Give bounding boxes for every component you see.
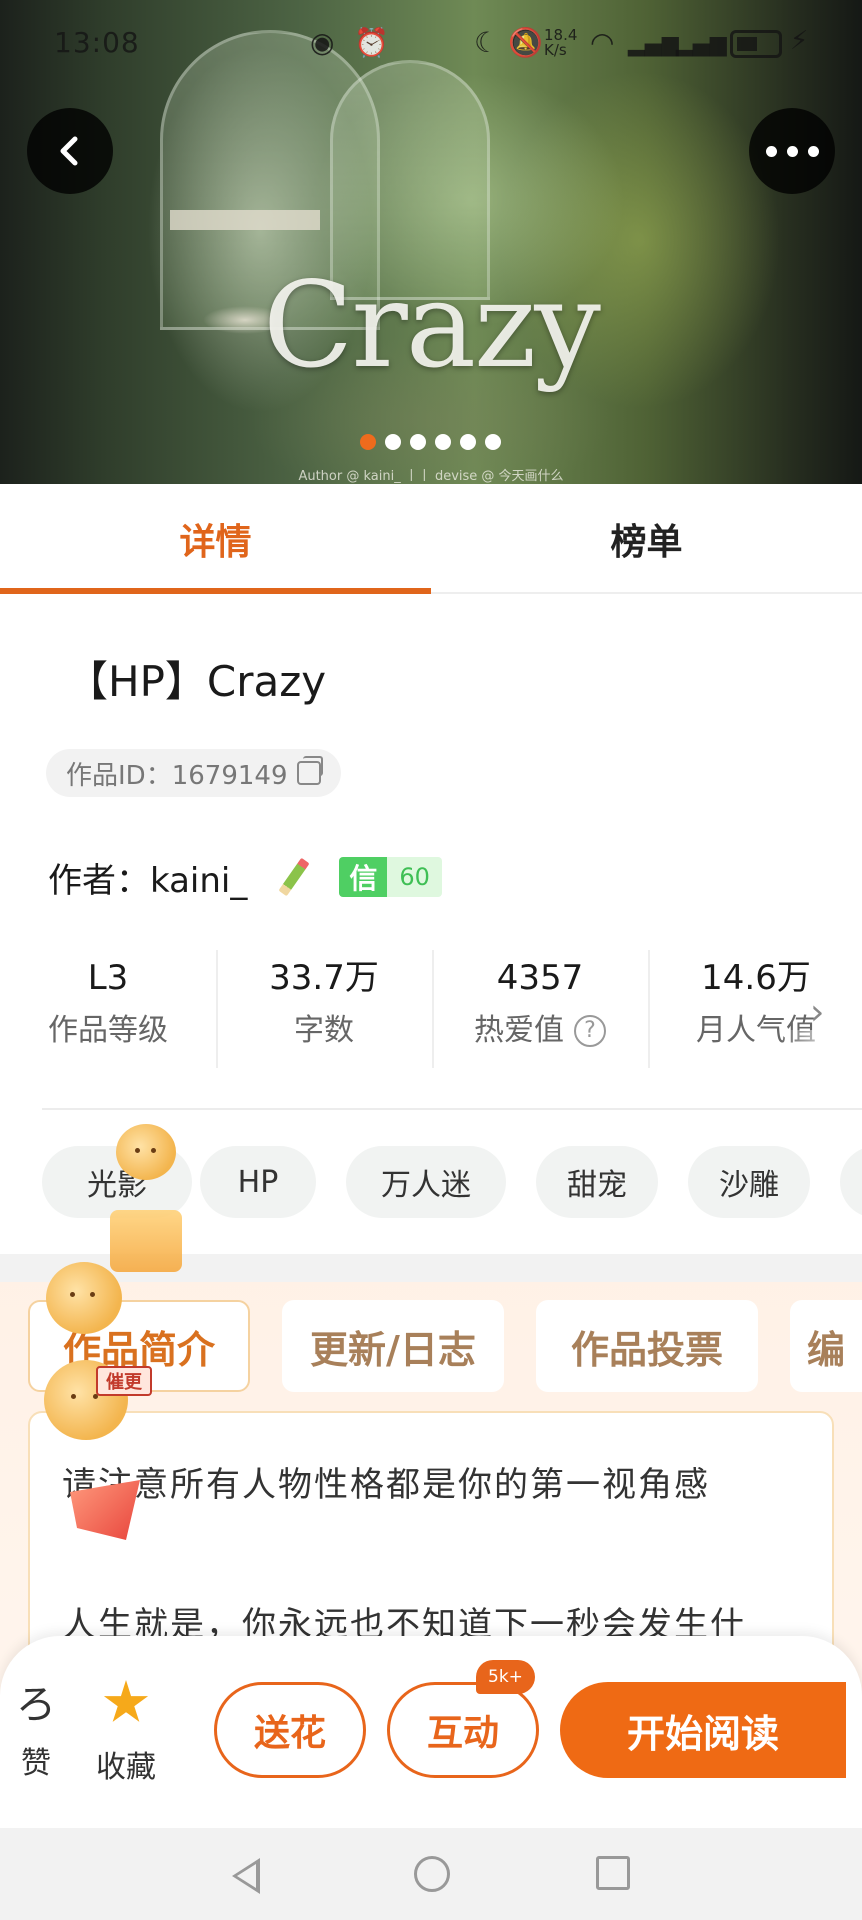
more-dots-icon	[761, 145, 824, 157]
stat-label: 热爱值	[474, 1013, 564, 1048]
charging-icon: ⚡	[790, 26, 809, 56]
wifi-icon: ◠	[590, 26, 615, 59]
favorite-label: 收藏	[96, 1750, 156, 1785]
system-nav-bar	[0, 1828, 862, 1920]
author-name[interactable]: 作者：kaini_	[48, 853, 247, 902]
credit-badge[interactable]: 信 60	[339, 857, 442, 897]
cover-banner[interactable]: 13:08 ◉ ⏰ ☾ 🔕 ◠ ▂▄▆ ▂▄▆ ⚡ 18.4 K/s Crazy…	[0, 0, 862, 484]
bottom-action-bar: ろ 赞 收藏 送花 互动 5k+ 开始阅读	[0, 1636, 862, 1828]
stats-fade	[780, 1030, 862, 1080]
stat-value: 4357	[496, 958, 584, 998]
status-time: 13:08	[54, 26, 140, 59]
stat-level: L3 作品等级	[0, 950, 216, 1070]
carousel-dot[interactable]	[410, 434, 426, 450]
nav-recents-icon[interactable]	[596, 1856, 630, 1890]
active-tab-indicator	[0, 588, 431, 594]
signal-icon: ▂▄▆	[628, 32, 679, 57]
mute-icon: 🔕	[508, 26, 543, 59]
credit-badge-label: 信	[339, 857, 388, 897]
nav-home-icon[interactable]	[414, 1856, 450, 1892]
alarm-icon: ⏰	[354, 26, 389, 59]
stat-label-row: 热爱值 ?	[432, 1006, 648, 1056]
carousel-dot[interactable]	[485, 434, 501, 450]
eye-icon: ◉	[310, 26, 335, 59]
carousel-dot[interactable]	[435, 434, 451, 450]
nav-back-icon[interactable]	[232, 1858, 260, 1894]
chevron-left-icon	[60, 136, 78, 166]
gift-sticker	[110, 1210, 182, 1272]
work-id-pill[interactable]: 作品ID：1679149	[46, 749, 342, 797]
start-reading-button[interactable]: 开始阅读	[560, 1682, 846, 1778]
network-speed: 18.4 K/s	[544, 26, 578, 59]
stat-value: 33.7万	[269, 958, 379, 998]
pencil-icon	[273, 857, 313, 897]
detail-tabs: 详情 榜单	[0, 484, 862, 594]
tag-chip[interactable]: HP	[200, 1146, 316, 1218]
carousel-dot[interactable]	[360, 434, 376, 450]
more-button[interactable]	[749, 108, 835, 194]
tag-chip[interactable]: 沙雕	[688, 1146, 810, 1218]
work-id-label: 作品ID：1679149	[66, 760, 288, 791]
stat-value: L3	[87, 958, 129, 998]
back-button[interactable]	[27, 108, 113, 194]
tag-chip[interactable]: 万人迷	[346, 1146, 506, 1218]
author-row[interactable]: 作者：kaini_ 信 60	[48, 852, 442, 902]
stat-label: 字数	[294, 1013, 354, 1048]
intro-text-line: 请注意所有人物性格都是你的第一视角感	[62, 1465, 710, 1505]
status-bar: 13:08 ◉ ⏰ ☾ 🔕 ◠ ▂▄▆ ▂▄▆ ⚡ 18.4 K/s	[0, 0, 862, 90]
section-divider	[42, 1108, 862, 1110]
carousel-dot[interactable]	[460, 434, 476, 450]
star-icon	[103, 1680, 149, 1722]
tag-chip[interactable]	[840, 1146, 862, 1218]
like-label: 赞	[21, 1746, 51, 1781]
sub-tab-more[interactable]: 编	[790, 1300, 862, 1392]
sub-tab-vote[interactable]: 作品投票	[536, 1300, 758, 1392]
stat-word-count: 33.7万 字数	[216, 950, 432, 1070]
tab-details[interactable]: 详情	[0, 484, 431, 594]
chevron-right-icon[interactable]: ›	[810, 992, 824, 1033]
stat-love-value: 4357 热爱值 ?	[432, 950, 648, 1070]
moon-icon: ☾	[474, 26, 500, 59]
carousel-dot[interactable]	[385, 434, 401, 450]
work-stats[interactable]: L3 作品等级 33.7万 字数 4357 热爱值 ? 14.6万 月人气值	[0, 950, 862, 1070]
carousel-indicator[interactable]	[360, 434, 510, 450]
mascot-sticker[interactable]	[46, 1262, 122, 1334]
thumbs-up-icon: ろ	[16, 1682, 56, 1728]
send-flower-button[interactable]: 送花	[214, 1682, 366, 1778]
battery-icon	[730, 30, 782, 58]
copy-icon[interactable]	[297, 756, 324, 785]
interact-count-badge: 5k+	[476, 1660, 535, 1694]
cover-title: Crazy	[263, 256, 601, 394]
cover-credit: Author @ kaini_ 丨丨 devise @ 今天画什么	[298, 469, 564, 484]
tab-ranking[interactable]: 榜单	[431, 484, 862, 594]
credit-badge-value: 60	[387, 857, 442, 897]
sub-tab-updates[interactable]: 更新/日志	[282, 1300, 504, 1392]
stat-value: 14.6万	[701, 958, 811, 998]
mascot-sticker[interactable]	[116, 1124, 176, 1180]
tag-chip[interactable]: 甜宠	[536, 1146, 658, 1218]
like-button[interactable]: ろ 赞	[8, 1680, 64, 1782]
question-circle-icon[interactable]: ?	[574, 1015, 606, 1047]
favorite-button[interactable]: 收藏	[90, 1680, 162, 1786]
interact-button[interactable]: 互动	[387, 1682, 539, 1778]
signal-icon: ▂▄▆	[676, 32, 727, 57]
stat-label: 作品等级	[48, 1013, 168, 1048]
work-title: 【HP】Crazy	[66, 657, 327, 706]
urge-update-sign[interactable]: 催更	[96, 1366, 152, 1396]
